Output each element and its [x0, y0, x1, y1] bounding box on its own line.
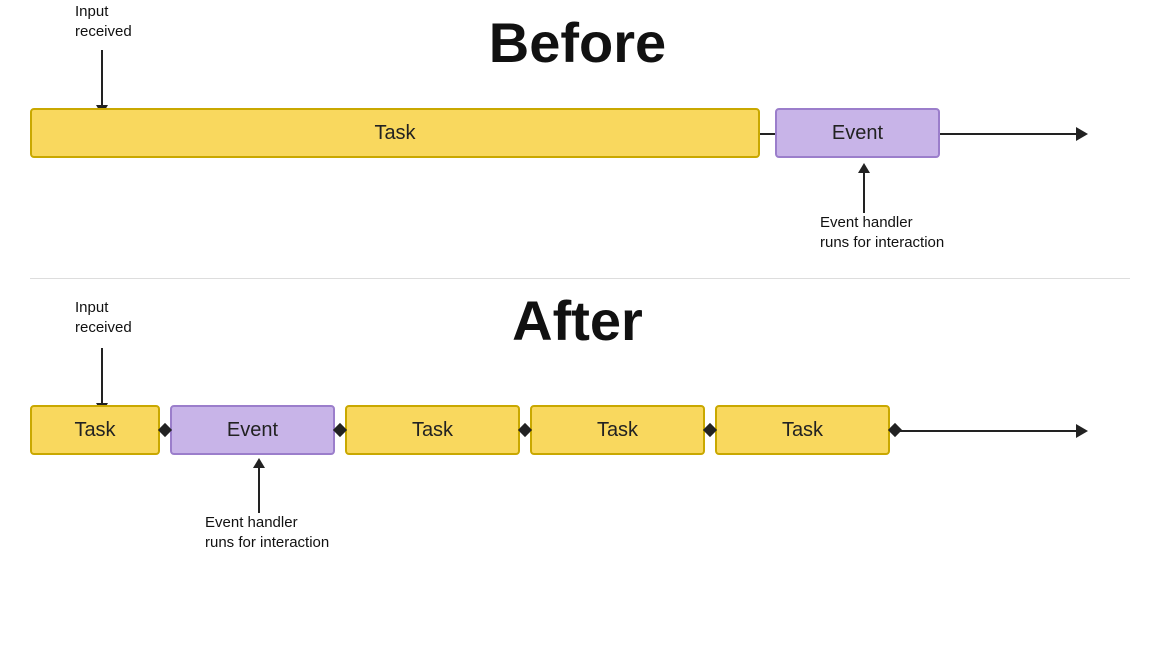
after-event-box: Event: [170, 405, 335, 455]
before-event-handler-arrow: [858, 163, 870, 213]
before-input-arrow: [96, 50, 108, 115]
before-event-box: Event: [775, 108, 940, 158]
after-event-handler-arrow: [253, 458, 265, 513]
after-task-box-4: Task: [715, 405, 890, 455]
before-arrow-right: [1076, 127, 1088, 141]
after-connector-5: [888, 423, 902, 437]
before-task-box: Task: [30, 108, 760, 158]
before-event-handler-label: Event handler runs for interaction: [820, 213, 944, 252]
after-title: After: [512, 288, 643, 353]
before-input-label: Input received: [75, 2, 132, 41]
before-title: Before: [489, 10, 666, 75]
after-input-arrow: [96, 348, 108, 413]
after-event-handler-label: Event handler runs for interaction: [205, 513, 329, 552]
after-task-box-3: Task: [530, 405, 705, 455]
after-input-label: Input received: [75, 298, 132, 337]
after-task-box-2: Task: [345, 405, 520, 455]
after-task-box-1: Task: [30, 405, 160, 455]
after-arrow-right: [1076, 424, 1088, 438]
